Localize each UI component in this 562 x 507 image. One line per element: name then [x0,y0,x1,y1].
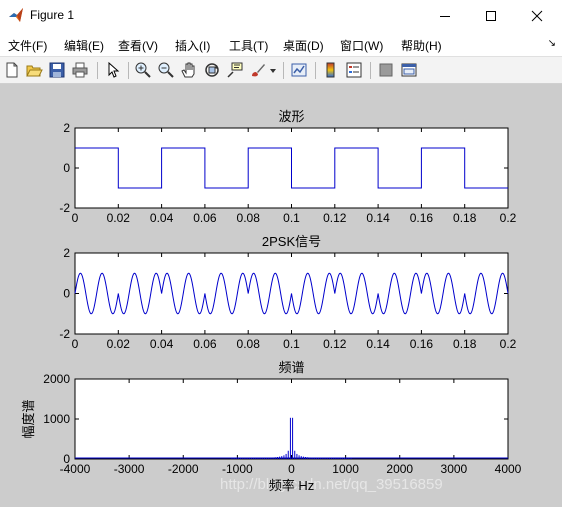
toolbar-separator [128,62,129,79]
open-file-icon[interactable] [25,61,43,79]
plots-group: 波形0 0.02 0.04 0.06 0.08 0.1 0.12 0.14 0.16 0.18 0.… [21,109,522,493]
new-figure-icon[interactable] [3,61,21,79]
x-tick-label: 0.18 [453,211,477,225]
x-tick-label: 0.08 [237,337,261,351]
x-tick-label: -1000 [222,462,253,476]
minimize-button[interactable] [422,0,468,32]
x-tick-label: 3000 [441,462,468,476]
y-tick-label: 2 [63,246,70,260]
x-axis-label: 频率 Hz [269,478,315,493]
y-tick-label: -2 [59,201,70,215]
y-tick-label: 2 [63,121,70,135]
toolbar-separator [315,62,316,79]
axes-3 [74,378,509,460]
x-tick-label: 0.2 [500,211,517,225]
y-tick-label: -2 [59,327,70,341]
zoom-out-icon[interactable] [157,61,175,79]
x-tick-label: 0.12 [323,211,347,225]
title-bar: Figure 1 [0,0,562,32]
close-icon [531,10,543,22]
x-tick-label: 0.2 [500,337,517,351]
menu-edit[interactable]: 编辑(E) [64,37,104,54]
menu-overflow-arrow-icon[interactable]: ↘ [548,38,556,49]
x-tick-label: 0.1 [283,337,300,351]
link-plot-icon[interactable] [290,61,308,79]
axes-3-title: 频谱 [278,360,304,375]
x-tick-label: 0.08 [237,211,261,225]
x-tick-label: 0.06 [193,337,217,351]
x-tick-label: 0.04 [150,337,174,351]
y-axis-label: 幅度谱 [21,399,36,438]
menu-tools[interactable]: 工具(T) [229,37,268,54]
window-title: Figure 1 [30,8,75,22]
insert-colorbar-icon[interactable] [322,61,340,79]
x-tick-label: 0.16 [410,211,434,225]
x-tick-label: 0.02 [107,211,131,225]
x-tick-label: 0.14 [366,211,390,225]
menu-insert[interactable]: 插入(I) [175,37,210,54]
x-tick-label: 0.12 [323,337,347,351]
menu-file[interactable]: 文件(F) [8,37,47,54]
x-tick-label: 0 [72,211,79,225]
x-tick-label: 1000 [332,462,359,476]
x-tick-label: 4000 [495,462,522,476]
watermark-text: http://blog.csdn.net/qq_39516859 [220,476,443,493]
menu-window[interactable]: 窗口(W) [340,37,383,54]
y-tick-label: 0 [63,287,70,301]
menu-view[interactable]: 查看(V) [118,37,158,54]
menu-bar: 文件(F) 编辑(E) 查看(V) 插入(I) 工具(T) 桌面(D) 窗口(W… [0,32,562,56]
print-icon[interactable] [71,61,89,79]
show-plot-tools-icon[interactable] [400,61,418,79]
y-tick-label: 1000 [43,412,70,426]
x-tick-label: 0.14 [366,337,390,351]
brush-dropdown-icon[interactable] [269,61,277,79]
save-icon[interactable] [48,61,66,79]
brush-icon[interactable] [249,61,267,79]
x-tick-label: 0.06 [193,211,217,225]
toolbar-separator [370,62,371,79]
x-tick-label: 0 [72,337,79,351]
x-tick-label: 0.02 [107,337,131,351]
edit-plot-arrow-icon[interactable] [104,61,122,79]
insert-legend-icon[interactable] [345,61,363,79]
close-button[interactable] [514,0,560,32]
toolbar-separator [283,62,284,79]
matlab-logo-icon [9,8,23,22]
axes-1-title: 波形 [278,109,304,124]
x-tick-label: -3000 [114,462,145,476]
y-tick-label: 0 [63,452,70,466]
pan-hand-icon[interactable] [180,61,198,79]
minimize-icon [440,16,450,17]
x-tick-label: 2000 [386,462,413,476]
axes-2-title: 2PSK信号 [262,234,321,249]
x-tick-label: -2000 [168,462,199,476]
x-tick-label: 0.04 [150,211,174,225]
data-cursor-icon[interactable] [226,61,244,79]
rotate-3d-icon[interactable] [203,61,221,79]
menu-help[interactable]: 帮助(H) [401,37,442,54]
x-tick-label: 0.18 [453,337,477,351]
hide-plot-tools-icon[interactable] [377,61,395,79]
toolbar [0,56,562,84]
maximize-button[interactable] [468,0,514,32]
menu-desktop[interactable]: 桌面(D) [283,37,324,54]
x-tick-label: 0.16 [410,337,434,351]
y-tick-label: 0 [63,161,70,175]
x-tick-label: 0 [288,462,295,476]
toolbar-separator [97,62,98,79]
figure-canvas: http://blog.csdn.net/qq_39516859 波形 0 0.02… [0,84,562,507]
zoom-in-icon[interactable] [134,61,152,79]
maximize-icon [486,11,496,21]
x-tick-label: 0.1 [283,211,300,225]
y-tick-label: 2000 [43,372,70,386]
